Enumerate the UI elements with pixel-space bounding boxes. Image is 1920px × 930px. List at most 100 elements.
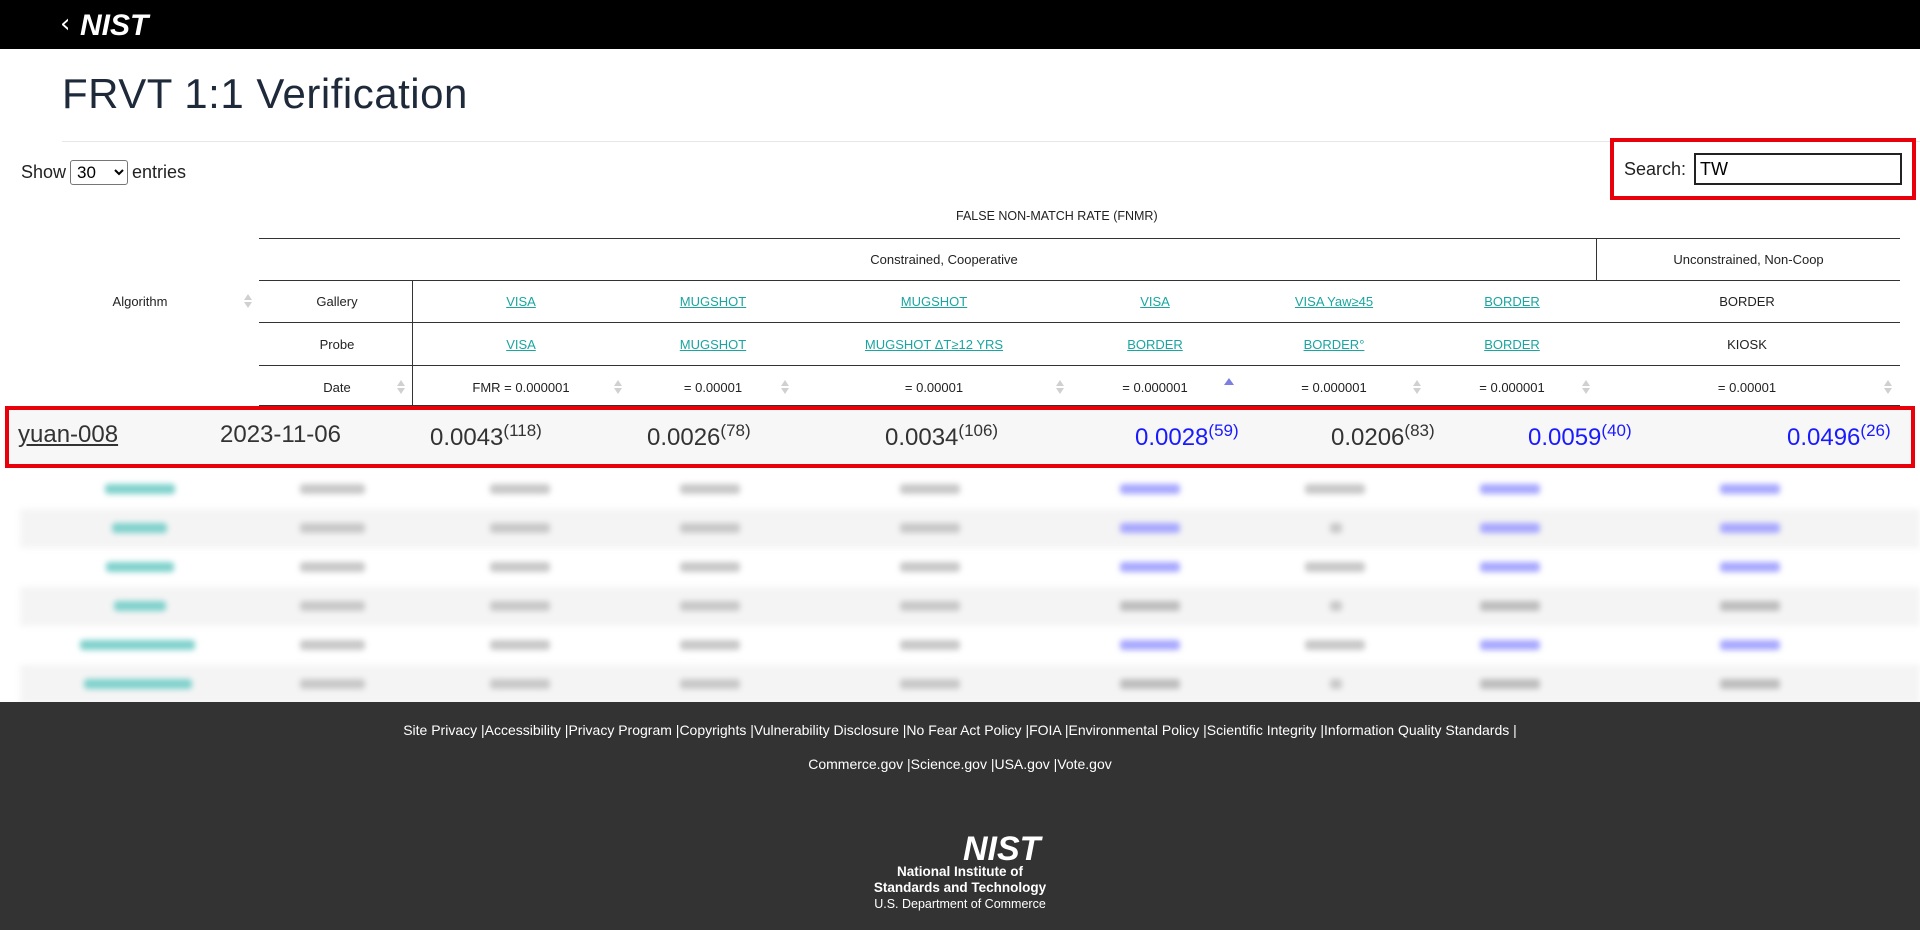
probe-border-degree-link[interactable]: BORDER° <box>1284 337 1384 352</box>
nist-footer-logo[interactable]: NIST <box>963 832 1071 864</box>
blurred-text <box>300 679 365 689</box>
fnmr-value: 0.0496 <box>1787 424 1861 451</box>
blurred-text <box>1480 562 1540 572</box>
probe-border-link[interactable]: BORDER <box>1462 337 1562 352</box>
algorithm-column-header[interactable]: Algorithm <box>80 294 200 309</box>
fnmr-rank: (40) <box>1601 421 1632 440</box>
gallery-mugshot-link[interactable]: MUGSHOT <box>663 294 763 309</box>
blurred-text <box>1480 679 1540 689</box>
blurred-text <box>1305 484 1365 494</box>
sort-icon[interactable] <box>1055 379 1065 395</box>
fnmr-value-cell: 0.0043(118) <box>430 421 542 452</box>
fnmr-value: 0.0059 <box>1528 424 1602 451</box>
probe-mugshot-link[interactable]: MUGSHOT <box>663 337 763 352</box>
blurred-text <box>490 484 550 494</box>
footer-link[interactable]: USA.gov <box>994 756 1049 772</box>
blurred-text <box>1120 562 1180 572</box>
sort-icon[interactable] <box>1412 379 1422 395</box>
fmr-column-header[interactable]: = 0.000001 <box>1279 380 1389 395</box>
sort-ascending-icon[interactable] <box>1224 378 1234 385</box>
blurred-text <box>1720 601 1780 611</box>
algorithm-link[interactable]: yuan-008 <box>18 421 118 449</box>
fnmr-value: 0.0043 <box>430 424 504 451</box>
blurred-text <box>1120 601 1180 611</box>
fmr-column-header[interactable]: = 0.000001 <box>1457 380 1567 395</box>
sort-icon[interactable] <box>613 379 623 395</box>
footer-link[interactable]: Commerce.gov <box>808 756 903 772</box>
footer-link[interactable]: Site Privacy <box>403 722 477 738</box>
sort-icon[interactable] <box>780 379 790 395</box>
blurred-row <box>20 548 1920 587</box>
fnmr-value: 0.0026 <box>647 424 721 451</box>
fmr-column-header[interactable]: = 0.000001 <box>1105 380 1205 395</box>
gallery-visa-link[interactable]: VISA <box>471 294 571 309</box>
blurred-text <box>900 679 960 689</box>
fmr-column-header[interactable]: = 0.00001 <box>884 380 984 395</box>
footer-link[interactable]: Accessibility <box>485 722 561 738</box>
fnmr-rank: (83) <box>1404 421 1435 440</box>
fmr-column-header[interactable]: = 0.00001 <box>663 380 763 395</box>
footer-link[interactable]: Scientific Integrity <box>1207 722 1317 738</box>
sort-icon[interactable] <box>1581 379 1591 395</box>
blurred-link <box>105 484 175 494</box>
entries-select[interactable]: 30 <box>70 160 129 185</box>
footer-link[interactable]: Vulnerability Disclosure <box>754 722 899 738</box>
date-column-header[interactable]: Date <box>292 380 382 395</box>
blurred-text <box>1480 640 1540 650</box>
fnmr-value-cell: 0.0059(40) <box>1528 421 1632 452</box>
probe-border-link[interactable]: BORDER <box>1105 337 1205 352</box>
fnmr-rank: (59) <box>1208 421 1239 440</box>
blurred-text <box>900 523 960 533</box>
fmr-column-header[interactable]: = 0.00001 <box>1697 380 1797 395</box>
search-highlight-box: Search: <box>1610 138 1916 200</box>
blurred-text <box>490 562 550 572</box>
fnmr-value-cell: 0.0206(83) <box>1331 421 1435 452</box>
fmr-column-header[interactable]: FMR = 0.000001 <box>461 380 581 395</box>
algorithm-sort-icon[interactable] <box>243 293 253 309</box>
probe-visa-link[interactable]: VISA <box>471 337 571 352</box>
blurred-text <box>1120 679 1180 689</box>
gallery-border-label: BORDER <box>1719 294 1775 309</box>
top-bar: ‹ NIST <box>0 0 1920 49</box>
gallery-mugshot-link[interactable]: MUGSHOT <box>884 294 984 309</box>
constrained-group-header: Constrained, Cooperative <box>870 252 1018 267</box>
footer-links-row-1: Site Privacy |Accessibility |Privacy Pro… <box>403 722 1517 738</box>
blurred-text <box>900 601 960 611</box>
footer-link[interactable]: FOIA <box>1029 722 1061 738</box>
blurred-link <box>84 679 192 689</box>
blurred-text <box>300 523 365 533</box>
back-chevron-icon[interactable]: ‹ <box>60 10 70 38</box>
blurred-text <box>1480 484 1540 494</box>
blurred-text <box>1120 523 1180 533</box>
footer-link[interactable]: No Fear Act Policy <box>906 722 1021 738</box>
date-sort-icon[interactable] <box>396 379 406 395</box>
nist-footer-logo-text: NIST <box>963 832 1044 864</box>
probe-mugshot-12yrs-link[interactable]: MUGSHOT ΔT≥12 YRS <box>849 337 1019 352</box>
blurred-text <box>1305 562 1365 572</box>
fnmr-value-cell: 0.0028(59) <box>1135 421 1239 452</box>
header-rule <box>259 238 1900 239</box>
footer-link[interactable]: Information Quality Standards <box>1324 722 1509 738</box>
blurred-text <box>900 484 960 494</box>
blurred-text <box>490 523 550 533</box>
footer-link[interactable]: Vote.gov <box>1057 756 1112 772</box>
footer-link[interactable]: Privacy Program <box>568 722 671 738</box>
search-input[interactable] <box>1694 153 1903 185</box>
footer-link[interactable]: Environmental Policy <box>1069 722 1200 738</box>
blurred-text <box>1720 523 1780 533</box>
blurred-text <box>680 484 740 494</box>
gallery-visa-link[interactable]: VISA <box>1105 294 1205 309</box>
footer-link[interactable]: Copyrights <box>679 722 746 738</box>
footer-link[interactable]: Science.gov <box>911 756 987 772</box>
gallery-border-link[interactable]: BORDER <box>1462 294 1562 309</box>
fnmr-rank: (78) <box>720 421 751 440</box>
fnmr-rank: (106) <box>958 421 999 440</box>
gallery-row-label: Gallery <box>316 294 358 309</box>
blurred-table-rows <box>20 470 1920 704</box>
nist-logo[interactable]: NIST <box>80 10 182 38</box>
search-label: Search: <box>1624 158 1687 179</box>
gallery-visa-yaw-link[interactable]: VISA Yaw≥45 <box>1274 294 1394 309</box>
sort-icon[interactable] <box>1883 379 1893 395</box>
institute-name-line-2: Standards and Technology <box>873 880 1047 895</box>
blurred-text <box>490 679 550 689</box>
